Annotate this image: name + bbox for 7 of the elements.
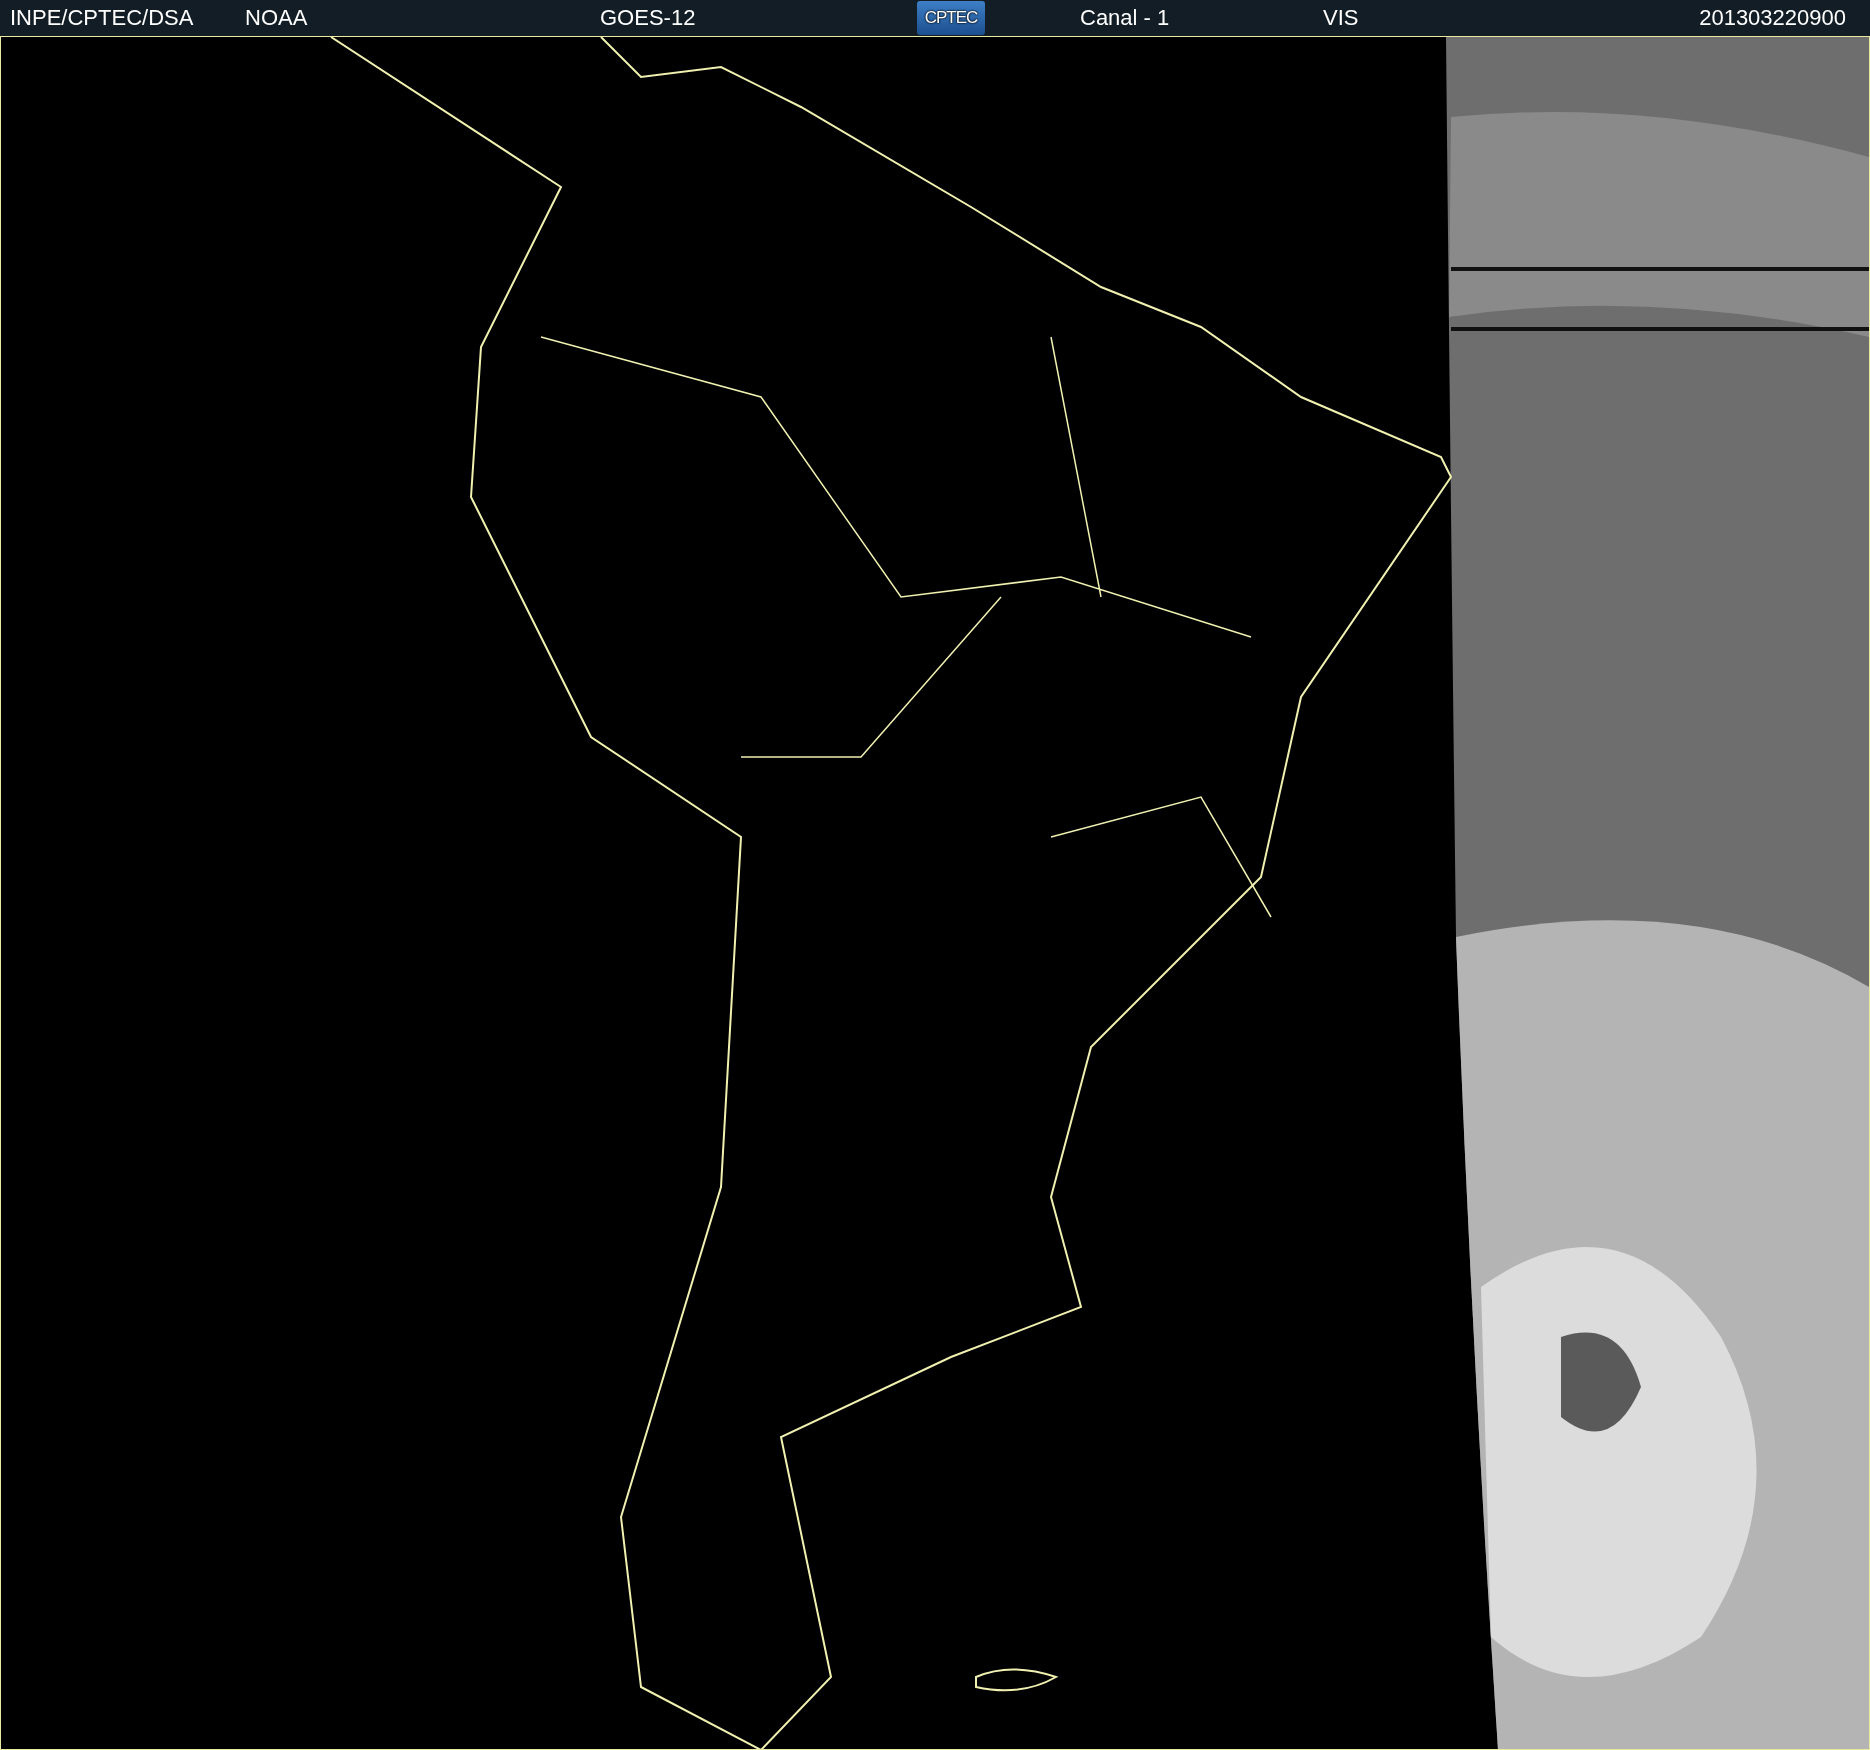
source-label: INPE/CPTEC/DSA <box>10 5 194 31</box>
logo: CPTEC <box>917 1 985 35</box>
satellite-label: GOES-12 <box>600 5 696 31</box>
band-label: VIS <box>1323 5 1359 31</box>
timestamp-label: 201303220900 <box>1699 5 1846 31</box>
agency-label: NOAA <box>245 5 308 31</box>
channel-label: Canal - 1 <box>1080 5 1170 31</box>
